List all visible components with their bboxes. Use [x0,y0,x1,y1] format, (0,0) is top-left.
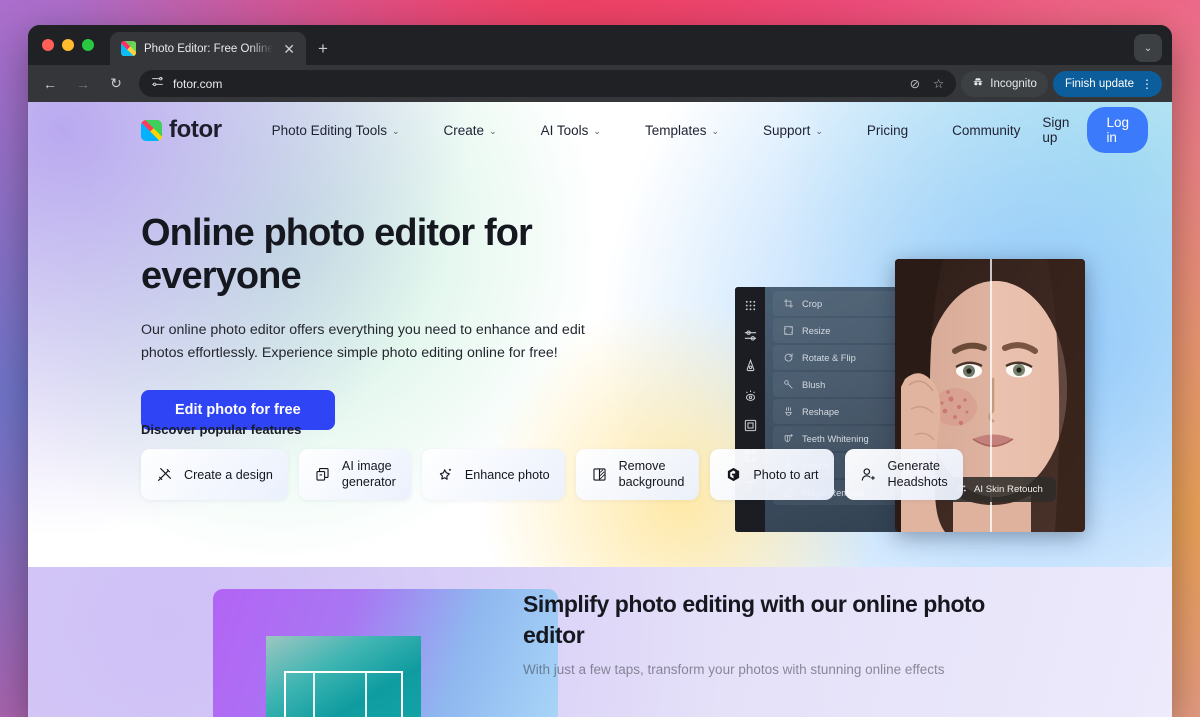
back-button[interactable]: ← [36,70,64,98]
chevron-down-icon: ⌄ [711,125,720,136]
design-icon [157,467,172,482]
tab-title: Photo Editor: Free Online Pho [144,42,274,55]
nav-item-ai-tools[interactable]: AI Tools ⌄ [519,123,623,138]
hide-icon[interactable]: ⊘ [910,76,920,91]
window-traffic-lights [42,25,110,65]
browser-menu-icon[interactable]: ⋮ [1141,78,1153,90]
nav-item-pricing[interactable]: Pricing [845,123,930,138]
bookmark-star-icon[interactable]: ☆ [933,76,944,91]
nav-item-label: Templates [644,122,707,138]
nav-links: Photo Editing Tools ⌄ Create ⌄ AI Tools … [250,123,1043,138]
features-title: Discover popular features [141,422,302,437]
nav-item-label: Community [952,122,1021,138]
photo-to-art-icon [728,467,740,482]
minimize-window-button[interactable] [62,39,74,51]
finish-update-button[interactable]: Finish update ⋮ [1052,70,1162,97]
close-window-button[interactable] [42,39,54,51]
log-in-button[interactable]: Log in [1087,107,1148,153]
popular-features: Discover popular features Create a desig… [141,422,1061,500]
nav-item-create[interactable]: Create ⌄ [422,123,519,138]
address-bar[interactable]: fotor.com ⊘ ☆ [139,70,957,97]
feature-card-label: Create a design [184,467,273,482]
editor-tool-label: Rotate & Flip [802,352,856,363]
nav-item-community[interactable]: Community [930,123,1042,138]
feature-card-generate-headshots[interactable]: Generate Headshots [844,449,963,500]
feature-card-create-a-design[interactable]: Create a design [141,449,288,500]
page-viewport: fotor Photo Editing Tools ⌄ Create ⌄ AI … [28,102,1172,717]
enhance-icon [439,468,451,480]
nav-item-photo-editing-tools[interactable]: Photo Editing Tools ⌄ [250,123,422,138]
lower-section-thumbnail [266,636,421,717]
reload-button[interactable]: ↻ [102,70,130,98]
nav-item-label: Pricing [866,122,909,138]
feature-card-ai-image-generator[interactable]: AI image generator [298,449,411,500]
editor-tool-label: Crop [802,298,823,309]
forward-button[interactable]: → [69,70,97,98]
browser-window: Photo Editor: Free Online Pho ✕ + ⌄ ← → … [28,25,1172,717]
browser-tab[interactable]: Photo Editor: Free Online Pho ✕ [110,32,306,65]
nav-item-label: Support [763,122,811,138]
feature-card-label: Photo to art [753,467,819,482]
lower-section: Simplify photo editing with our online p… [28,567,1172,717]
feature-card-label: Remove background [618,459,685,489]
incognito-label: Incognito [990,77,1037,90]
feature-card-label: AI image generator [341,459,396,489]
headshots-icon [861,468,875,481]
nav-account-actions: Sign up Log in [1042,107,1172,153]
remove-bg-icon [593,468,606,481]
chevron-down-icon[interactable]: ⌄ [1134,34,1162,62]
feature-card-enhance-photo[interactable]: Enhance photo [421,449,565,500]
new-tab-button[interactable]: + [306,32,340,65]
maximize-window-button[interactable] [82,39,94,51]
lower-section-image [213,589,558,717]
fotor-favicon [121,41,136,56]
incognito-icon [972,76,984,91]
chevron-down-icon: ⌄ [392,125,400,136]
eye-icon[interactable] [743,388,758,403]
page-title: Online photo editor for everyone [141,212,533,297]
nav-item-templates[interactable]: Templates ⌄ [623,123,741,138]
feature-card-label: Generate Headshots [887,459,948,489]
chevron-down-icon: ⌄ [489,125,497,136]
hero-copy: Online photo editor for everyone Our onl… [141,212,661,430]
browser-toolbar: ← → ↻ fotor.com ⊘ ☆ Incognito Finish upd… [28,65,1172,102]
hero-section: fotor Photo Editing Tools ⌄ Create ⌄ AI … [28,102,1172,567]
lower-section-body: With just a few taps, transform your pho… [523,662,945,678]
site-logo-text: fotor [169,116,222,143]
nav-item-label: Create [443,122,485,138]
finish-update-label: Finish update [1064,77,1134,90]
close-icon[interactable]: ✕ [281,40,297,58]
browser-tab-strip: Photo Editor: Free Online Pho ✕ + ⌄ [28,25,1172,65]
url-text: fotor.com [173,76,223,91]
omnibox-actions: ⊘ ☆ [910,76,945,91]
chevron-down-icon: ⌄ [815,125,823,136]
site-navigation: fotor Photo Editing Tools ⌄ Create ⌄ AI … [28,102,1172,158]
nav-item-support[interactable]: Support ⌄ [741,123,845,138]
fotor-logo-icon [141,119,162,141]
hero-subheading: Our online photo editor offers everythin… [141,322,585,361]
sign-up-link[interactable]: Sign up [1042,115,1069,145]
lower-section-heading: Simplify photo editing with our online p… [523,591,985,649]
editor-tool-label: Resize [802,325,831,336]
chevron-down-icon: ⌄ [593,125,601,136]
editor-tool-label: Blush [802,379,826,390]
ai-image-icon [316,467,329,481]
feature-card-photo-to-art[interactable]: Photo to art [710,449,834,500]
feature-card-label: Enhance photo [464,467,550,482]
tune-icon[interactable] [151,75,164,93]
portrait-icon[interactable] [743,358,758,373]
feature-card-remove-background[interactable]: Remove background [575,449,700,500]
grid-dots-icon[interactable] [743,298,758,313]
feature-card-row: Create a design AI image generator Enhan… [141,449,1061,500]
incognito-indicator[interactable]: Incognito [961,70,1048,97]
nav-item-label: Photo Editing Tools [271,122,387,138]
editor-tool-label: Reshape [802,406,840,417]
site-logo[interactable]: fotor [141,116,222,144]
sliders-icon[interactable] [743,328,758,343]
nav-item-label: AI Tools [540,122,589,138]
lower-section-copy: Simplify photo editing with our online p… [523,589,993,677]
